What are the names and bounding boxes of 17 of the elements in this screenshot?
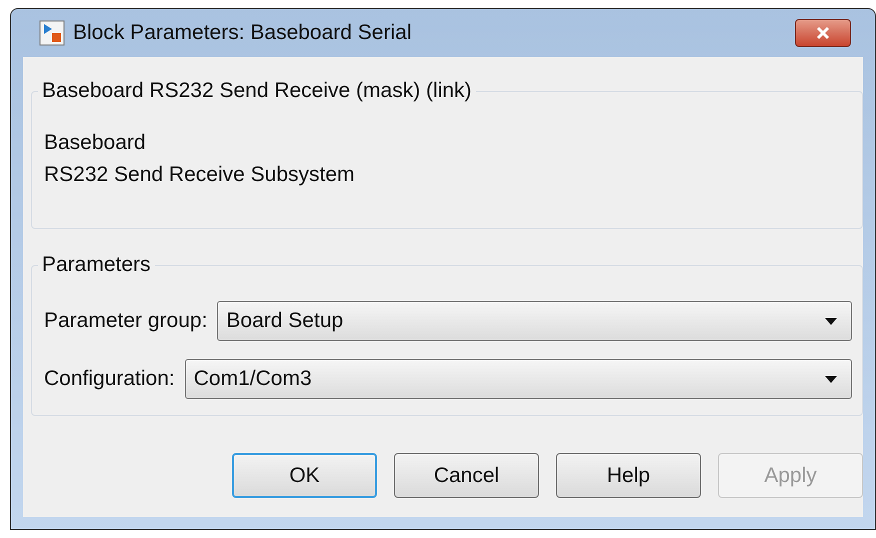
caret-icon bbox=[825, 376, 837, 382]
description-text: RS232 Send Receive Subsystem bbox=[44, 162, 356, 188]
dialog-button[interactable]: Cancel bbox=[394, 453, 539, 498]
field-label: Configuration: bbox=[44, 367, 175, 391]
field-label: Parameter group: bbox=[44, 309, 208, 333]
close-button[interactable] bbox=[795, 19, 851, 47]
dialog-button[interactable]: Help bbox=[556, 453, 701, 498]
block-icon bbox=[39, 20, 65, 46]
dropdown[interactable]: Com1/Com3 bbox=[184, 359, 852, 399]
caret-icon bbox=[825, 318, 837, 324]
description-text: Baseboard bbox=[44, 130, 147, 156]
window-title: Block Parameters: Baseboard Serial bbox=[73, 21, 412, 45]
group-title: Parameters bbox=[41, 253, 152, 277]
close-icon bbox=[815, 26, 831, 40]
dialog-button[interactable]: OK bbox=[232, 453, 377, 498]
group-title: Baseboard RS232 Send Receive (mask) (link) bbox=[41, 79, 473, 103]
dropdown[interactable]: Board Setup bbox=[217, 301, 852, 341]
